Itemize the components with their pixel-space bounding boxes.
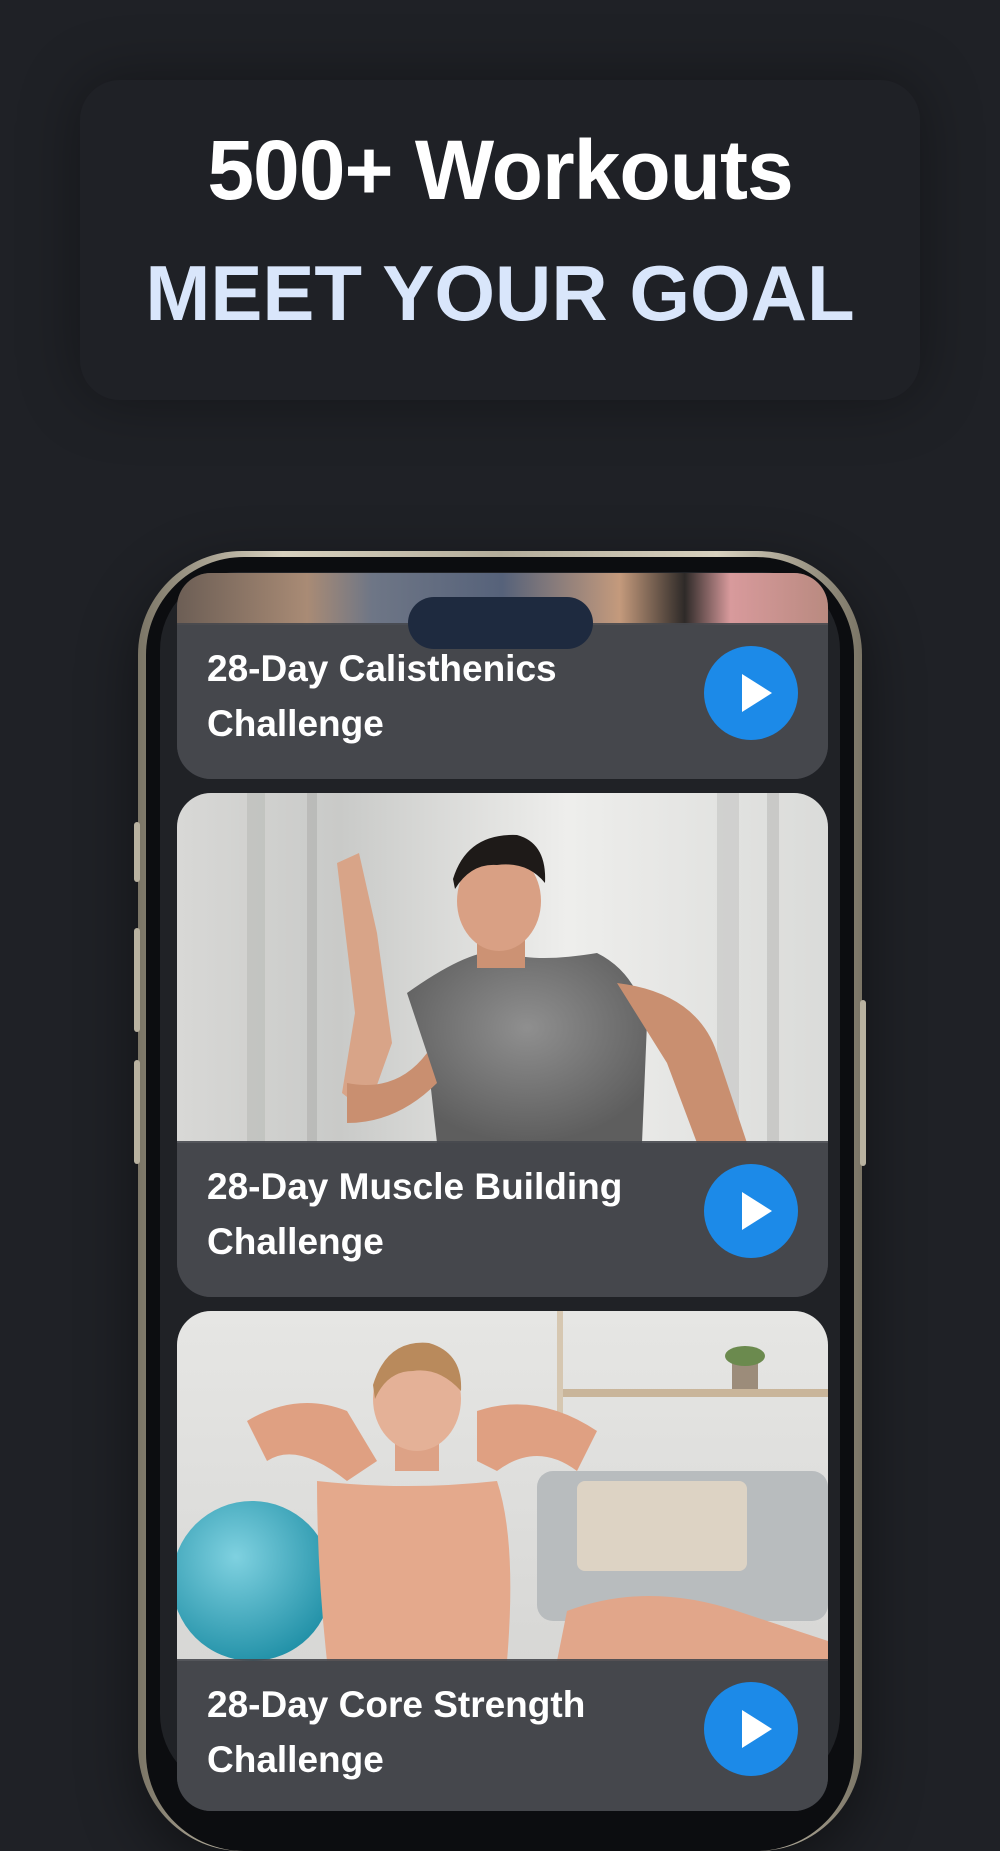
workout-card-muscle-building[interactable]: 28-Day Muscle Building Challenge xyxy=(177,793,828,1297)
workout-title: 28-Day Calisthenics Challenge xyxy=(207,648,557,744)
play-button[interactable] xyxy=(704,1164,798,1258)
workout-photo-core-strength xyxy=(177,1311,828,1661)
play-icon xyxy=(742,1710,772,1748)
play-button[interactable] xyxy=(704,646,798,740)
dynamic-island xyxy=(408,597,593,649)
workout-card-footer: 28-Day Core Strength Challenge xyxy=(177,1659,828,1811)
play-icon xyxy=(742,674,772,712)
power-button xyxy=(860,1000,866,1166)
mute-switch xyxy=(134,822,140,882)
play-button[interactable] xyxy=(704,1682,798,1776)
workout-title: 28-Day Core Strength Challenge xyxy=(207,1684,586,1780)
workout-card-footer: 28-Day Muscle Building Challenge xyxy=(177,1141,828,1297)
promo-subtitle: MEET YOUR GOAL xyxy=(145,249,855,337)
promo-title: 500+ Workouts xyxy=(207,123,793,217)
workout-title: 28-Day Muscle Building Challenge xyxy=(207,1166,623,1262)
workout-card-core-strength[interactable]: 28-Day Core Strength Challenge xyxy=(177,1311,828,1811)
workout-photo-muscle-building xyxy=(177,793,828,1143)
play-icon xyxy=(742,1192,772,1230)
volume-down-button xyxy=(134,1060,140,1164)
volume-up-button xyxy=(134,928,140,1032)
